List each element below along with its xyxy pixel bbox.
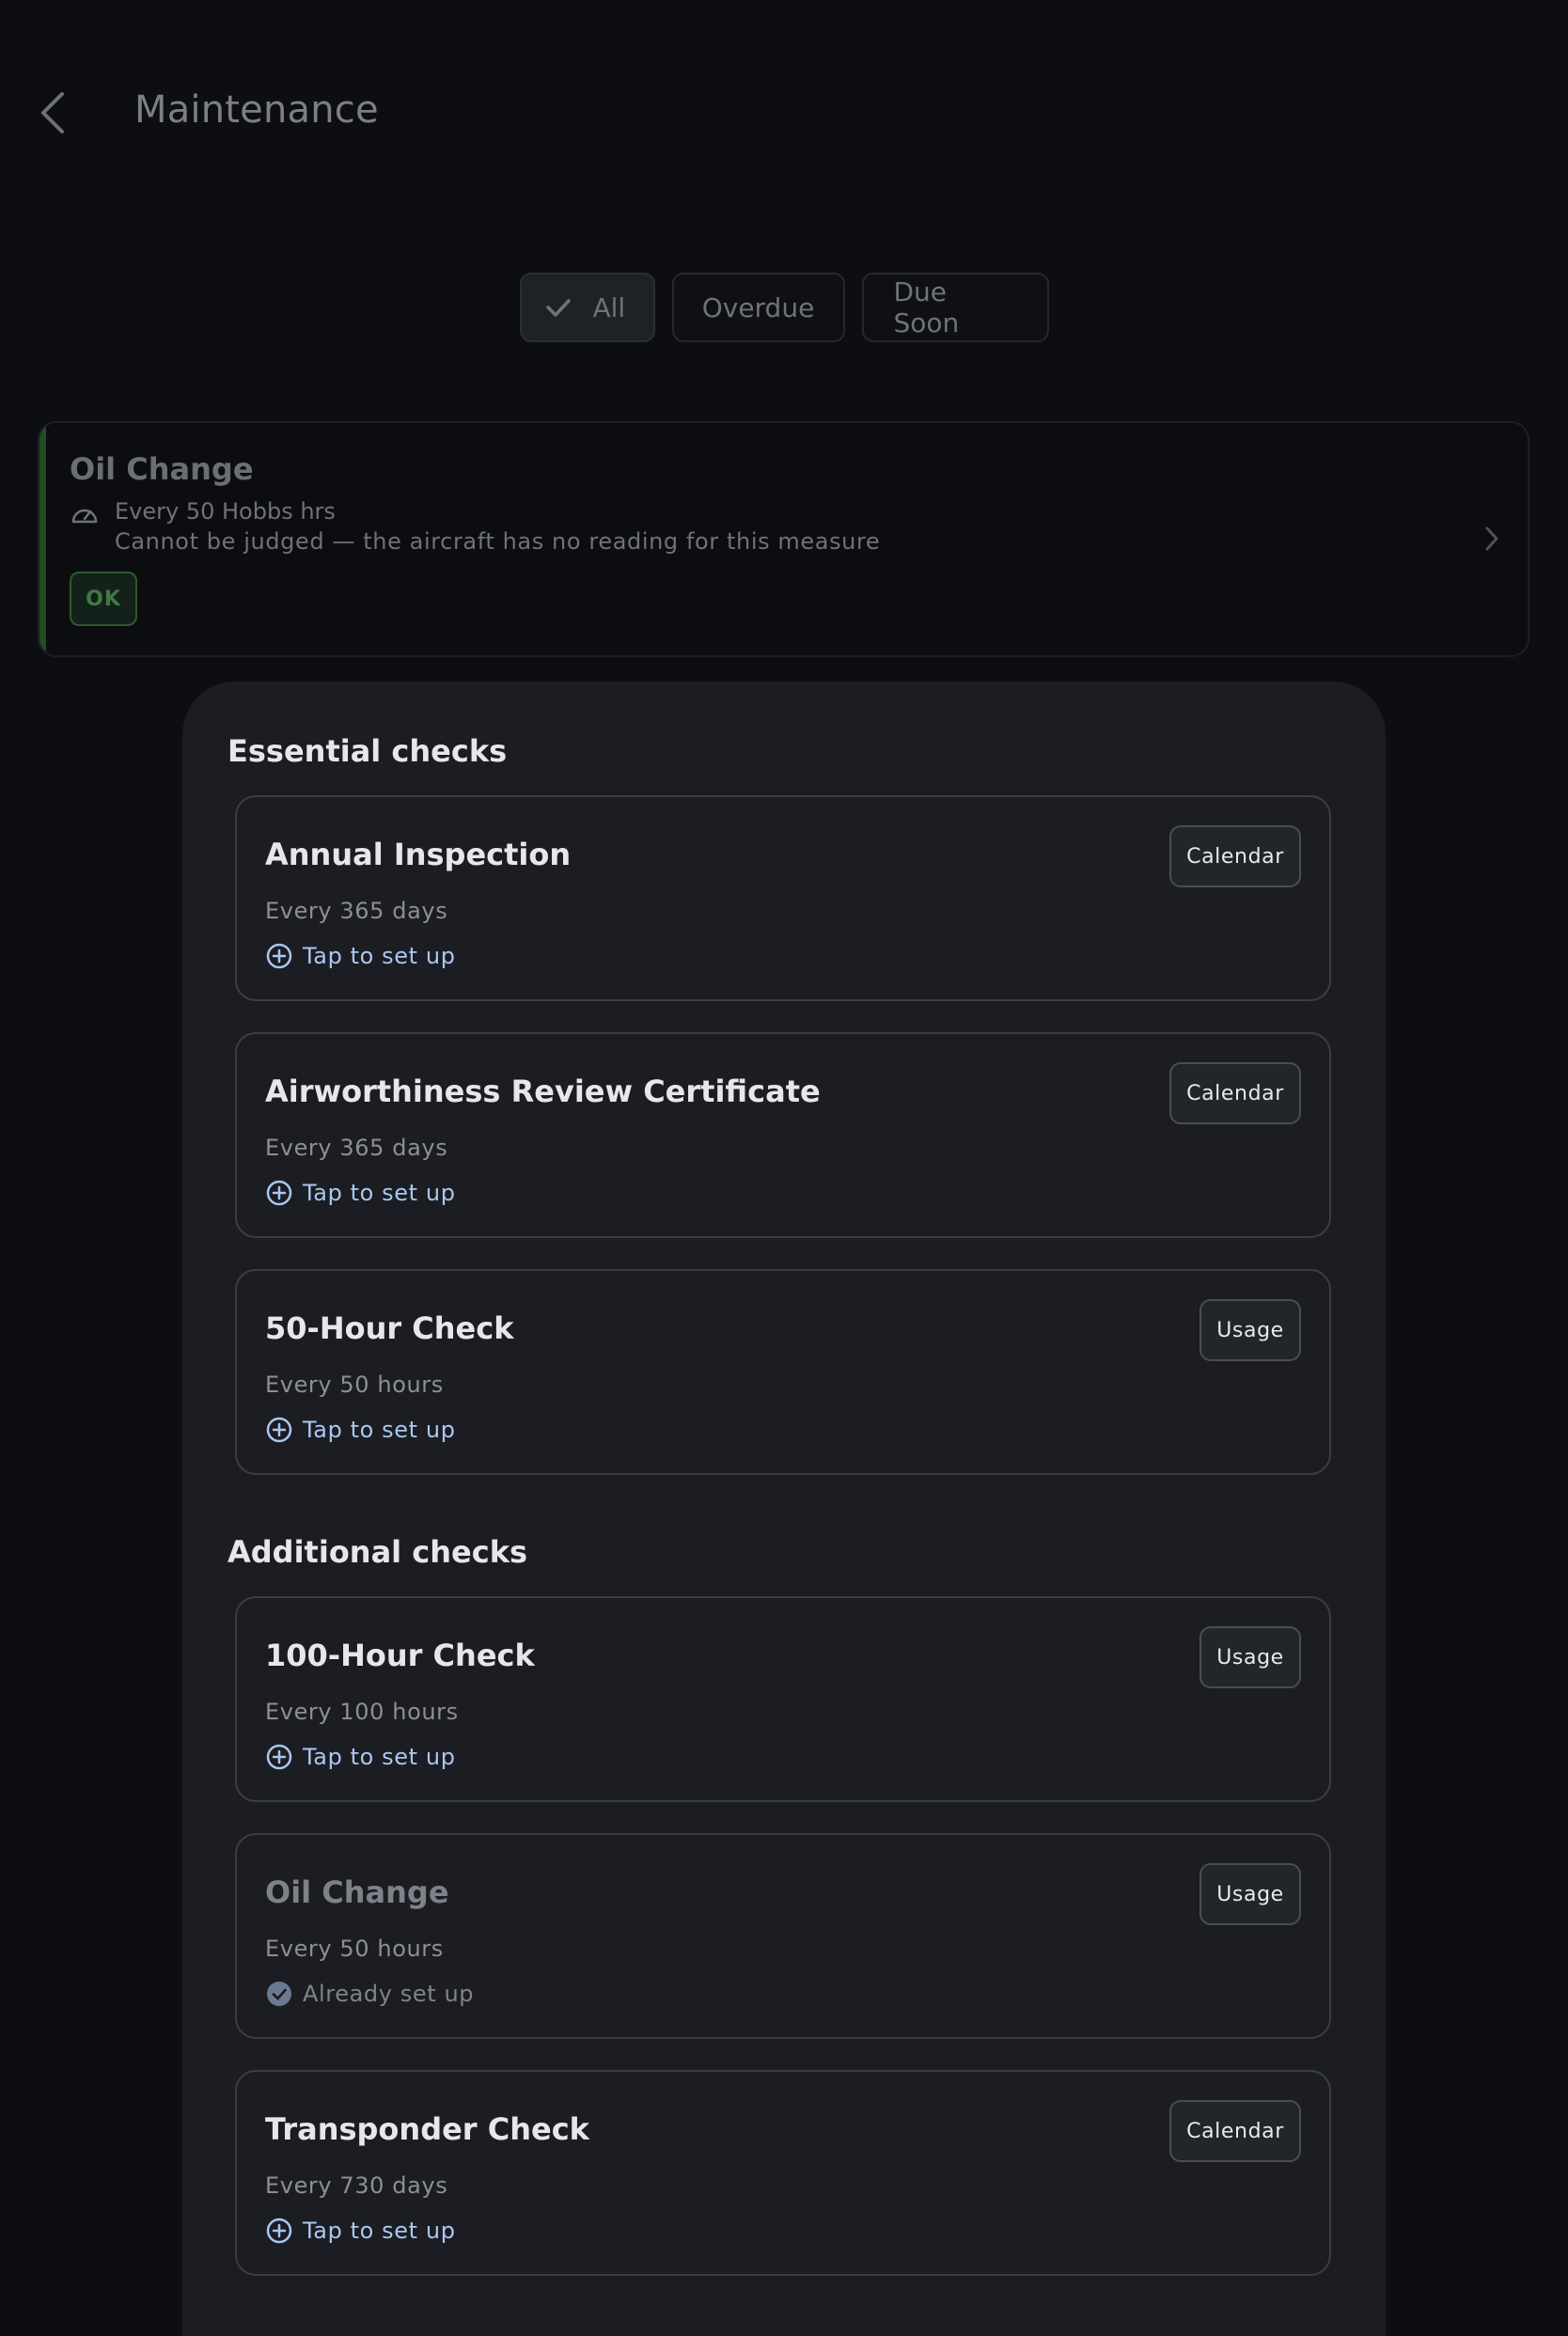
check-interval: Every 365 days [265, 1135, 448, 1161]
check-interval: Every 50 hours [265, 1936, 444, 1962]
check-title: Airworthiness Review Certificate [265, 1074, 821, 1109]
check-title: Annual Inspection [265, 837, 572, 872]
check-card-100-hour[interactable]: 100-Hour Check Usage Every 100 hours Tap… [235, 1596, 1331, 1802]
add-circle-icon [265, 942, 293, 970]
check-interval: Every 730 days [265, 2172, 448, 2199]
filter-chip-label: Due Soon [893, 276, 960, 338]
filter-chips: All Overdue Due Soon [0, 273, 1568, 342]
check-circle-icon [265, 1980, 293, 2008]
check-interval: Every 365 days [265, 898, 448, 924]
check-icon [544, 293, 572, 321]
chevron-left-icon [41, 92, 64, 133]
check-type-tag: Calendar [1169, 2100, 1301, 2162]
filter-chip-overdue[interactable]: Overdue [671, 273, 845, 342]
check-type-tag: Calendar [1169, 825, 1301, 887]
check-interval: Every 100 hours [265, 1699, 459, 1725]
top-app-bar: Maintenance [0, 0, 1568, 226]
setup-status: Already set up [265, 1980, 474, 2008]
gauge-icon [70, 501, 100, 531]
page-title: Maintenance [134, 88, 379, 132]
check-type-tag: Calendar [1169, 1062, 1301, 1124]
setup-action-label: Tap to set up [303, 1180, 456, 1206]
setup-action[interactable]: Tap to set up [265, 1416, 456, 1444]
add-circle-icon [265, 1416, 293, 1444]
item-title: Oil Change [70, 451, 254, 487]
check-title: Transponder Check [265, 2111, 589, 2147]
check-title: 100-Hour Check [265, 1638, 535, 1673]
add-circle-icon [265, 2217, 293, 2245]
check-card-airworthiness-review[interactable]: Airworthiness Review Certificate Calenda… [235, 1032, 1331, 1238]
filter-chip-label: All [592, 291, 626, 323]
setup-action-label: Tap to set up [303, 1417, 456, 1443]
setup-action[interactable]: Tap to set up [265, 2217, 456, 2245]
check-card-oil-change[interactable]: Oil Change Usage Every 50 hours Already … [235, 1833, 1331, 2039]
item-interval: Every 50 Hobbs hrs [115, 498, 336, 525]
check-card-50-hour[interactable]: 50-Hour Check Usage Every 50 hours Tap t… [235, 1269, 1331, 1475]
setup-action[interactable]: Tap to set up [265, 942, 456, 970]
section-title-essential: Essential checks [227, 733, 508, 769]
filter-chip-all[interactable]: All [519, 273, 655, 342]
status-badge: OK [70, 572, 137, 626]
add-check-sheet: Essential checks Annual Inspection Calen… [182, 682, 1386, 2336]
check-title: 50-Hour Check [265, 1310, 514, 1346]
check-card-annual-inspection[interactable]: Annual Inspection Calendar Every 365 day… [235, 795, 1331, 1001]
check-type-tag: Usage [1200, 1299, 1301, 1361]
setup-action[interactable]: Tap to set up [265, 1179, 456, 1207]
setup-status-label: Already set up [303, 1981, 475, 2007]
check-type-tag: Usage [1200, 1863, 1301, 1925]
setup-action-label: Tap to set up [303, 1744, 456, 1770]
filter-chip-due-soon[interactable]: Due Soon [861, 273, 1049, 342]
item-note: Cannot be judged — the aircraft has no r… [115, 528, 881, 555]
check-card-transponder[interactable]: Transponder Check Calendar Every 730 day… [235, 2070, 1331, 2276]
setup-action[interactable]: Tap to set up [265, 1743, 456, 1771]
check-title: Oil Change [265, 1874, 449, 1910]
chevron-right-icon [1482, 525, 1501, 557]
maintenance-item-card[interactable]: Oil Change Every 50 Hobbs hrs Cannot be … [38, 421, 1529, 657]
filter-chip-label: Overdue [701, 291, 815, 323]
check-type-tag: Usage [1200, 1626, 1301, 1688]
status-accent-bar [39, 423, 46, 655]
check-interval: Every 50 hours [265, 1372, 444, 1398]
setup-action-label: Tap to set up [303, 2218, 456, 2244]
back-button[interactable] [34, 88, 71, 137]
add-circle-icon [265, 1743, 293, 1771]
section-title-additional: Additional checks [227, 1534, 528, 1570]
add-circle-icon [265, 1179, 293, 1207]
setup-action-label: Tap to set up [303, 943, 456, 969]
